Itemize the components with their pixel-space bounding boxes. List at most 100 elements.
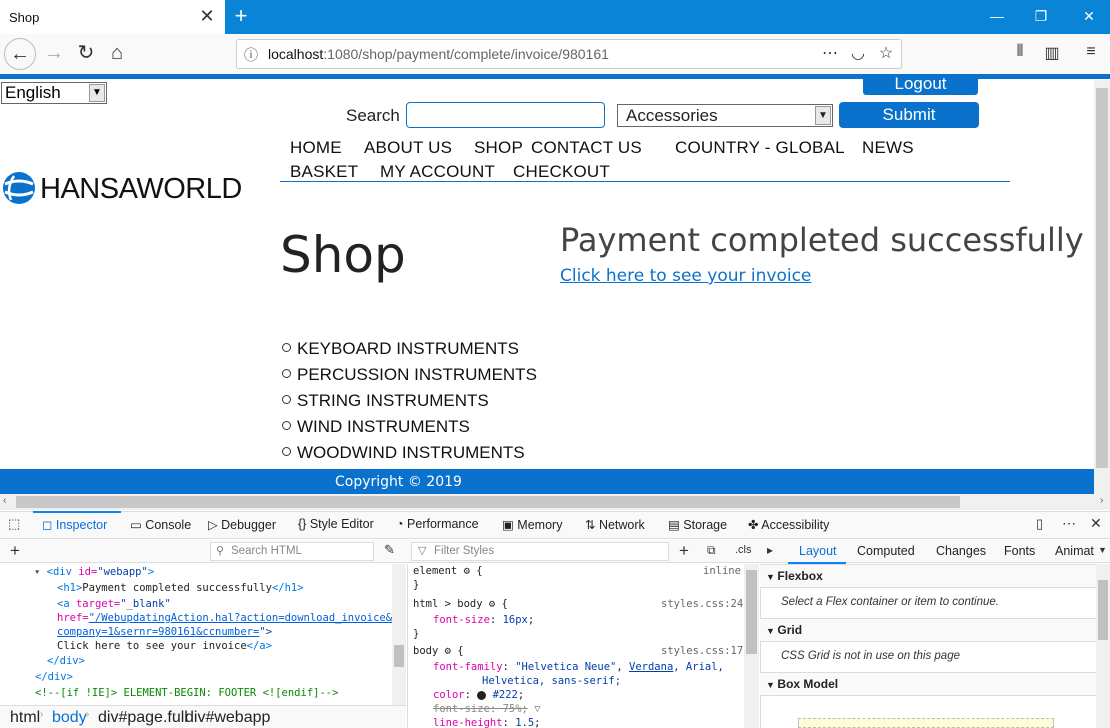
tab-changes[interactable]: Changes (936, 544, 986, 558)
language-select[interactable]: English ▼ (1, 82, 107, 104)
menu-contact-us[interactable]: CONTACT US (531, 138, 642, 158)
element-picker-icon[interactable]: ⬚ (8, 516, 20, 532)
chevron-down-icon[interactable]: ▼ (1098, 545, 1107, 555)
rule-declaration[interactable]: color: #222; (433, 689, 524, 701)
tab-layout[interactable]: Layout (799, 544, 837, 558)
markup-view[interactable]: ▾ <div id="webapp"> <h1>Payment complete… (0, 564, 406, 705)
code-line[interactable]: company=1&sernr=980161&ccnumber="> (57, 626, 272, 638)
rules-view[interactable]: element ⚙ { inline } html > body ⚙ { sty… (407, 564, 743, 728)
new-tab-button[interactable]: + (230, 4, 252, 28)
code-line[interactable]: <h1>Payment completed successfully</h1> (57, 582, 304, 594)
code-line[interactable]: href="/WebupdatingAction.hal?action=down… (57, 612, 392, 624)
markup-scrollbar[interactable] (392, 564, 406, 705)
list-item[interactable]: PERCUSSION INSTRUMENTS (282, 365, 537, 385)
vertical-scrollbar-thumb[interactable] (1096, 88, 1108, 468)
flexbox-section-header[interactable]: ▼ Flexbox (760, 564, 1096, 588)
rule-source[interactable]: styles.css:24 (661, 598, 743, 610)
search-input[interactable] (406, 102, 605, 128)
menu-my-account[interactable]: MY ACCOUNT (380, 162, 495, 182)
code-line[interactable]: ▾ <div id="webapp"> (34, 566, 154, 578)
category-select[interactable]: Accessories ▼ (617, 104, 833, 127)
tab-style-editor[interactable]: {} Style Editor (298, 517, 374, 531)
rule-source[interactable]: styles.css:17 (661, 645, 743, 657)
breadcrumb-body[interactable]: body (52, 709, 87, 727)
rule-selector[interactable]: element ⚙ { (413, 565, 483, 577)
add-rule-icon[interactable]: + (679, 541, 689, 561)
list-item[interactable]: WOODWIND INSTRUMENTS (282, 443, 525, 463)
filter-icon[interactable]: ▽ (534, 703, 540, 715)
eyedropper-icon[interactable]: ✎ (384, 542, 395, 558)
toggle-sidebar-icon[interactable]: ▸ (767, 543, 773, 557)
horizontal-scrollbar-thumb[interactable] (16, 496, 960, 508)
rules-scrollbar-thumb[interactable] (746, 570, 757, 654)
restore-button[interactable]: ❐ (1026, 6, 1056, 26)
rule-declaration[interactable]: line-height: 1.5; (433, 717, 541, 728)
tab-accessibility[interactable]: ✤ Accessibility (748, 517, 829, 532)
page-actions-icon[interactable]: ⋯ (820, 43, 840, 63)
tab-fonts[interactable]: Fonts (1004, 544, 1035, 558)
pocket-icon[interactable]: ◡ (848, 43, 868, 63)
menu-home[interactable]: HOME (290, 138, 342, 158)
list-item[interactable]: KEYBOARD INSTRUMENTS (282, 339, 519, 359)
tab-console[interactable]: ▭ Console (130, 517, 191, 532)
close-window-button[interactable]: ✕ (1074, 6, 1104, 26)
sidebar-icon[interactable]: ▥ (1041, 43, 1063, 63)
code-line[interactable]: <!--[if !IE]> ELEMENT-BEGIN: FOOTER <![e… (35, 687, 338, 699)
url-text[interactable]: localhost:1080/shop/payment/complete/inv… (268, 46, 609, 62)
toggle-pseudo-icon[interactable]: ⧉ (707, 543, 716, 558)
menu-icon[interactable]: ≡ (1080, 43, 1102, 61)
tab-memory[interactable]: ▣ Memory (502, 517, 562, 532)
list-item[interactable]: WIND INSTRUMENTS (282, 417, 470, 437)
menu-about-us[interactable]: ABOUT US (364, 138, 452, 158)
invoice-link[interactable]: Click here to see your invoice (560, 266, 811, 286)
scroll-right-icon[interactable]: › (1100, 495, 1103, 506)
grid-section-header[interactable]: ▼ Grid (760, 618, 1096, 642)
rule-selector[interactable]: html > body ⚙ { (413, 598, 508, 610)
list-item[interactable]: STRING INSTRUMENTS (282, 391, 489, 411)
library-icon[interactable]: ⫴ (1009, 43, 1031, 61)
menu-basket[interactable]: BASKET (290, 162, 358, 182)
add-node-icon[interactable]: + (10, 541, 20, 561)
rule-source[interactable]: inline (703, 565, 741, 577)
rule-declaration[interactable]: font-family: "Helvetica Neue", Verdana, … (433, 661, 724, 673)
rule-declaration[interactable]: font-size: 16px; (433, 614, 534, 626)
breadcrumb-html[interactable]: html (10, 709, 40, 727)
rule-selector[interactable]: body ⚙ { (413, 645, 464, 657)
close-devtools-icon[interactable]: ✕ (1090, 515, 1102, 532)
menu-news[interactable]: NEWS (862, 138, 914, 158)
tab-animations[interactable]: Animat (1055, 544, 1094, 558)
logout-button[interactable]: Logout (863, 75, 978, 95)
tab-performance[interactable]: ◔ Performance (396, 517, 479, 531)
menu-checkout[interactable]: CHECKOUT (513, 162, 610, 182)
minimize-button[interactable]: — (982, 6, 1012, 26)
markup-scrollbar-thumb[interactable] (394, 645, 404, 667)
layout-scrollbar-thumb[interactable] (1098, 580, 1108, 640)
code-line[interactable]: <a target="_blank" (57, 598, 171, 610)
code-line[interactable]: </div> (35, 671, 73, 683)
color-swatch[interactable] (477, 690, 487, 700)
tab-computed[interactable]: Computed (857, 544, 915, 558)
home-button[interactable]: ⌂ (101, 38, 133, 70)
cls-toggle[interactable]: .cls (735, 544, 752, 556)
tab-debugger[interactable]: ▷ Debugger (208, 517, 276, 532)
rule-declaration-overridden[interactable]: font-size: 75%; ▽ (433, 703, 541, 715)
tab-network[interactable]: ⇅ Network (585, 517, 645, 532)
reload-button[interactable]: ↻ (70, 38, 102, 70)
breadcrumb-div-webapp[interactable]: div#webapp (185, 709, 270, 727)
menu-shop[interactable]: SHOP (474, 138, 523, 158)
tab-storage[interactable]: ▤ Storage (668, 517, 727, 532)
filter-styles-input[interactable]: Filter Styles (411, 542, 669, 561)
back-button[interactable]: ← (4, 38, 36, 70)
more-options-icon[interactable]: ⋯ (1062, 515, 1076, 532)
scroll-left-icon[interactable]: ‹ (3, 495, 6, 506)
site-info-icon[interactable]: ⓘ (244, 45, 258, 65)
boxmodel-section-header[interactable]: ▼ Box Model (760, 672, 1096, 696)
menu-country[interactable]: COUNTRY - GLOBAL (675, 138, 845, 158)
forward-button[interactable]: → (38, 38, 70, 70)
code-line[interactable]: </div> (47, 655, 85, 667)
bookmark-star-icon[interactable]: ☆ (876, 43, 896, 63)
submit-button[interactable]: Submit (839, 102, 979, 128)
search-html-input[interactable]: Search HTML (210, 542, 374, 561)
hansaworld-logo[interactable]: HANSAWORLD (40, 173, 242, 206)
code-line[interactable]: Click here to see your invoice</a> (57, 640, 272, 652)
